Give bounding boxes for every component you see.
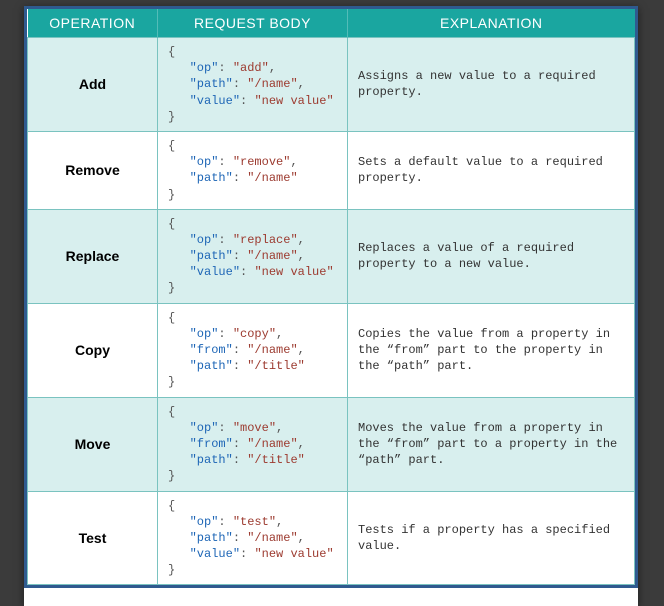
- operation-name: Copy: [28, 303, 158, 397]
- request-body: { "op": "copy", "from": "/name", "path":…: [158, 303, 348, 397]
- explanation: Moves the value from a property in the “…: [348, 397, 635, 491]
- table-row: Remove{ "op": "remove", "path": "/name" …: [28, 131, 635, 209]
- explanation: Copies the value from a property in the …: [348, 303, 635, 397]
- table-row: Add{ "op": "add", "path": "/name", "valu…: [28, 38, 635, 132]
- table-row: Move{ "op": "move", "from": "/name", "pa…: [28, 397, 635, 491]
- explanation: Assigns a new value to a required proper…: [348, 38, 635, 132]
- operations-table: OPERATION REQUEST BODY EXPLANATION Add{ …: [27, 9, 635, 585]
- request-body: { "op": "add", "path": "/name", "value":…: [158, 38, 348, 132]
- table-body: Add{ "op": "add", "path": "/name", "valu…: [28, 38, 635, 585]
- request-body: { "op": "test", "path": "/name", "value"…: [158, 491, 348, 585]
- table-row: Test{ "op": "test", "path": "/name", "va…: [28, 491, 635, 585]
- header-operation: OPERATION: [28, 9, 158, 38]
- operation-name: Move: [28, 397, 158, 491]
- operation-name: Remove: [28, 131, 158, 209]
- request-body: { "op": "remove", "path": "/name" }: [158, 131, 348, 209]
- table-row: Replace{ "op": "replace", "path": "/name…: [28, 209, 635, 303]
- table-row: Copy{ "op": "copy", "from": "/name", "pa…: [28, 303, 635, 397]
- header-request-body: REQUEST BODY: [158, 9, 348, 38]
- header-explanation: EXPLANATION: [348, 9, 635, 38]
- table-header-row: OPERATION REQUEST BODY EXPLANATION: [28, 9, 635, 38]
- request-body: { "op": "replace", "path": "/name", "val…: [158, 209, 348, 303]
- operation-name: Test: [28, 491, 158, 585]
- operation-name: Replace: [28, 209, 158, 303]
- request-body: { "op": "move", "from": "/name", "path":…: [158, 397, 348, 491]
- table-frame: OPERATION REQUEST BODY EXPLANATION Add{ …: [24, 6, 638, 588]
- operation-name: Add: [28, 38, 158, 132]
- explanation: Sets a default value to a required prope…: [348, 131, 635, 209]
- document-panel: OPERATION REQUEST BODY EXPLANATION Add{ …: [24, 6, 638, 606]
- explanation: Replaces a value of a required property …: [348, 209, 635, 303]
- explanation: Tests if a property has a specified valu…: [348, 491, 635, 585]
